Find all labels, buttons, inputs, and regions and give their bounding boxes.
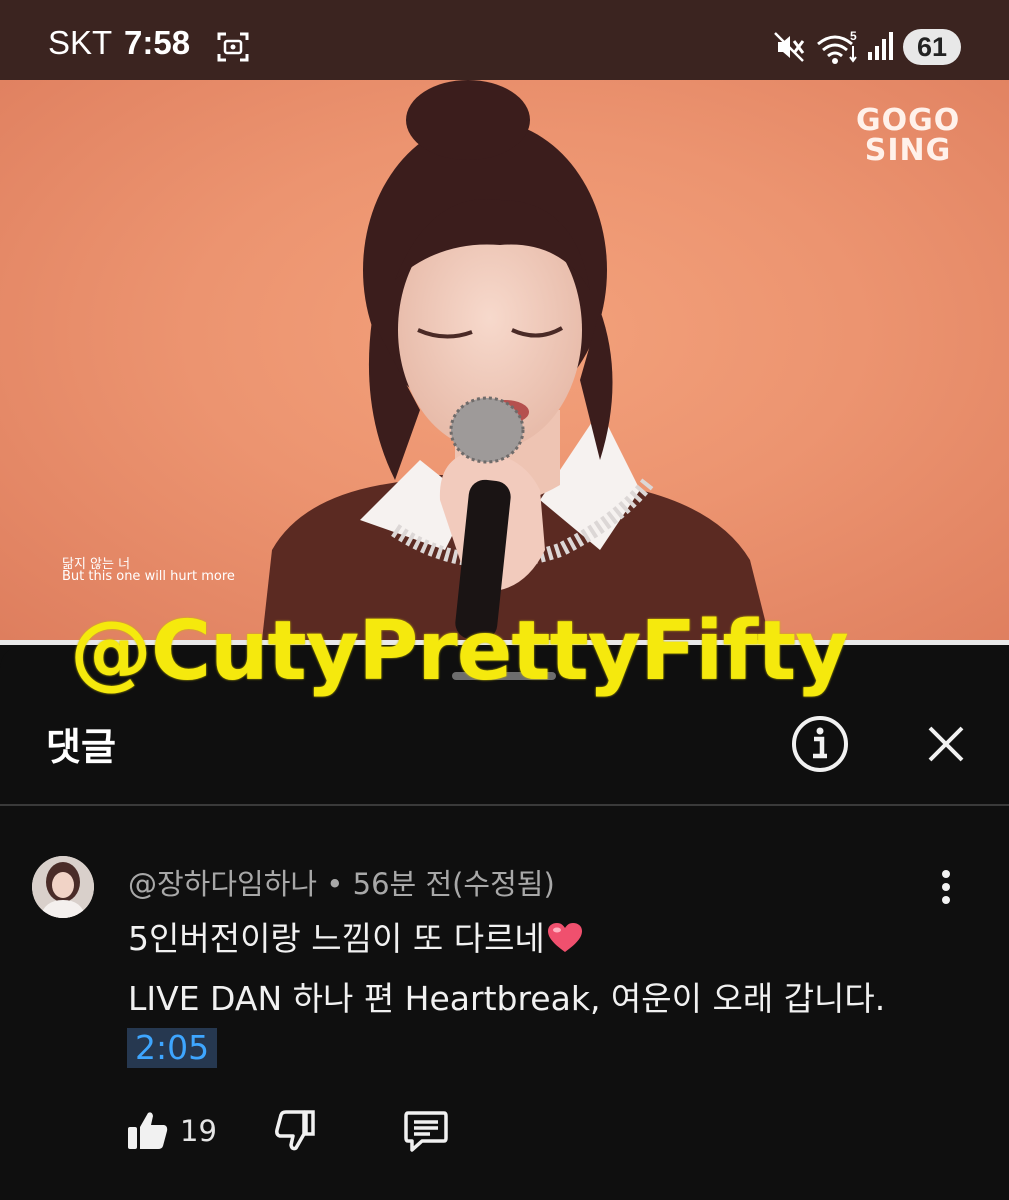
wifi-icon: 5: [817, 29, 857, 64]
like-icon[interactable]: [126, 1108, 170, 1152]
logo-line1: GOGO: [856, 103, 961, 138]
channel-logo: GOGO SING: [856, 106, 960, 166]
comment-author[interactable]: @장하다임하나: [128, 867, 317, 901]
dislike-icon[interactable]: [272, 1108, 318, 1154]
watermark-text: @CutyPrettyFifty: [70, 604, 849, 699]
avatar-image: [32, 856, 94, 918]
header-divider: [0, 804, 1009, 806]
comment-text-line2: LIVE DAN 하나 편 Heartbreak, 여운이 오래 갑니다.: [128, 979, 886, 1018]
close-icon[interactable]: [924, 722, 968, 766]
comments-title: 댓글: [46, 725, 116, 769]
carrier-label: SKT: [48, 24, 113, 61]
logo-line2: SING: [864, 133, 952, 168]
comment-text-line1: 5인버전이랑 느낌이 또 다르네: [128, 912, 583, 960]
comment-text: 5인버전이랑 느낌이 또 다르네: [128, 919, 545, 958]
meta-separator: •: [317, 867, 353, 901]
comment-meta: @장하다임하나 • 56분 전(수정됨): [128, 861, 555, 903]
signal-icon: [868, 32, 893, 60]
subtitle-english: But this one will hurt more: [62, 569, 235, 584]
svg-text:5: 5: [850, 29, 857, 43]
clock: 7:58: [124, 24, 191, 61]
info-icon[interactable]: [790, 714, 850, 774]
video-player[interactable]: GOGO SING 닮지 않는 너 But this one will hurt…: [0, 80, 1009, 640]
battery-icon: 61: [903, 29, 961, 65]
timestamp-link[interactable]: 2:05: [127, 1028, 218, 1068]
avatar[interactable]: [32, 856, 94, 918]
status-bar: SKT 7:58 5 61: [0, 0, 1009, 80]
screenshot-icon: [217, 32, 249, 62]
more-icon[interactable]: [928, 866, 964, 908]
mute-icon: [774, 32, 805, 62]
like-count: 19: [180, 1114, 217, 1148]
heart-icon: [547, 923, 582, 952]
reply-icon[interactable]: [402, 1108, 450, 1154]
comment-time: 56분 전(수정됨): [352, 867, 555, 901]
